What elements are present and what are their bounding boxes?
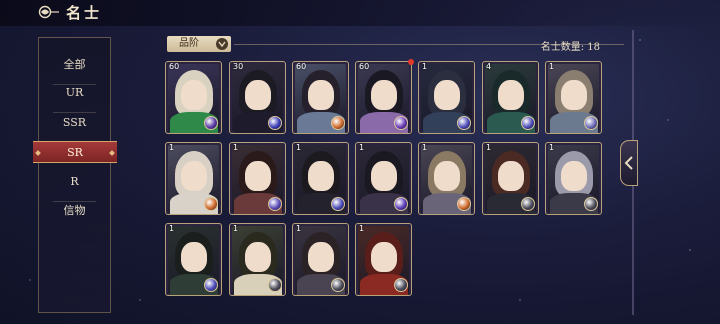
card-level: 1: [359, 143, 365, 152]
portrait-face: [308, 161, 334, 191]
sidebar-item-ur[interactable]: UR: [39, 82, 110, 104]
element-orb-icon: [521, 116, 535, 130]
character-card[interactable]: 1: [355, 223, 412, 296]
element-orb-icon: [521, 197, 535, 211]
card-level: 1: [422, 62, 428, 71]
element-orb-icon: [268, 197, 282, 211]
portrait-face: [245, 80, 271, 110]
sort-dropdown[interactable]: 品阶: [167, 36, 231, 52]
element-orb-icon: [331, 278, 345, 292]
card-level: 1: [169, 224, 175, 233]
card-level: 4: [486, 62, 492, 71]
character-card[interactable]: 60: [292, 61, 349, 134]
element-orb-icon: [584, 197, 598, 211]
portrait-face: [371, 80, 397, 110]
character-card[interactable]: 1: [355, 142, 412, 215]
character-card[interactable]: 1: [165, 142, 222, 215]
element-orb-icon: [204, 278, 218, 292]
character-card[interactable]: 1: [292, 142, 349, 215]
character-card[interactable]: 1: [545, 61, 602, 134]
character-card[interactable]: 30: [229, 61, 286, 134]
card-level: 1: [359, 224, 365, 233]
card-level: 1: [549, 62, 555, 71]
character-card[interactable]: 1: [418, 61, 475, 134]
element-orb-icon: [394, 278, 408, 292]
card-panel: 品阶 名士数量: 18 60 30 60 60 1 4 1 1 1 1 1 1 1 1 1 1 1 1: [162, 33, 632, 313]
element-orb-icon: [394, 197, 408, 211]
card-level: 1: [486, 143, 492, 152]
element-orb-icon: [457, 197, 471, 211]
card-level: 1: [296, 143, 302, 152]
sidebar-item-r[interactable]: R: [39, 171, 110, 193]
character-count: 名士数量: 18: [540, 42, 600, 53]
portrait-face: [561, 80, 587, 110]
sidebar-item-sr[interactable]: SR: [33, 141, 117, 163]
element-orb-icon: [394, 116, 408, 130]
portrait-face: [434, 161, 460, 191]
character-card[interactable]: 1: [292, 223, 349, 296]
portrait-face: [245, 161, 271, 191]
character-card[interactable]: 1: [482, 142, 539, 215]
character-card[interactable]: 60: [165, 61, 222, 134]
header-bar: 名士: [0, 0, 720, 26]
card-level: 1: [169, 143, 175, 152]
element-orb-icon: [331, 197, 345, 211]
portrait-face: [181, 161, 207, 191]
sidebar-item-all[interactable]: 全部: [39, 54, 110, 76]
portrait-face: [561, 161, 587, 191]
sidebar-item-token[interactable]: 信物: [39, 200, 110, 222]
portrait-face: [371, 161, 397, 191]
portrait-face: [434, 80, 460, 110]
card-level: 60: [296, 62, 307, 71]
character-card[interactable]: 60: [355, 61, 412, 134]
back-icon[interactable]: [38, 5, 60, 19]
portrait-face: [308, 80, 334, 110]
portrait-face: [245, 242, 271, 272]
card-level: 60: [359, 62, 370, 71]
character-card[interactable]: 1: [229, 142, 286, 215]
page-title: 名士: [66, 4, 103, 22]
card-level: 60: [169, 62, 180, 71]
element-orb-icon: [331, 116, 345, 130]
character-card[interactable]: 1: [418, 142, 475, 215]
character-card[interactable]: 1: [545, 142, 602, 215]
card-level: 1: [233, 224, 239, 233]
sidebar-item-ssr[interactable]: SSR: [39, 112, 110, 134]
chevron-left-icon: [624, 156, 633, 170]
portrait-face: [181, 242, 207, 272]
card-level: 30: [233, 62, 244, 71]
collapse-panel-button[interactable]: [620, 140, 638, 186]
element-orb-icon: [457, 116, 471, 130]
element-orb-icon: [204, 197, 218, 211]
card-level: 1: [233, 143, 239, 152]
portrait-face: [498, 161, 524, 191]
element-orb-icon: [268, 116, 282, 130]
character-card[interactable]: 1: [229, 223, 286, 296]
element-orb-icon: [268, 278, 282, 292]
character-card[interactable]: 1: [165, 223, 222, 296]
card-level: 1: [422, 143, 428, 152]
card-level: 1: [296, 224, 302, 233]
element-orb-icon: [204, 116, 218, 130]
card-level: 1: [549, 143, 555, 152]
portrait-face: [498, 80, 524, 110]
portrait-face: [371, 242, 397, 272]
sort-label: 品阶: [179, 38, 199, 49]
portrait-face: [181, 80, 207, 110]
notification-dot: [408, 59, 414, 65]
rarity-sidebar: 全部 UR SSR SR R 信物: [33, 37, 117, 313]
chevron-down-icon: [216, 38, 228, 50]
portrait-face: [308, 242, 334, 272]
element-orb-icon: [584, 116, 598, 130]
character-card[interactable]: 4: [482, 61, 539, 134]
